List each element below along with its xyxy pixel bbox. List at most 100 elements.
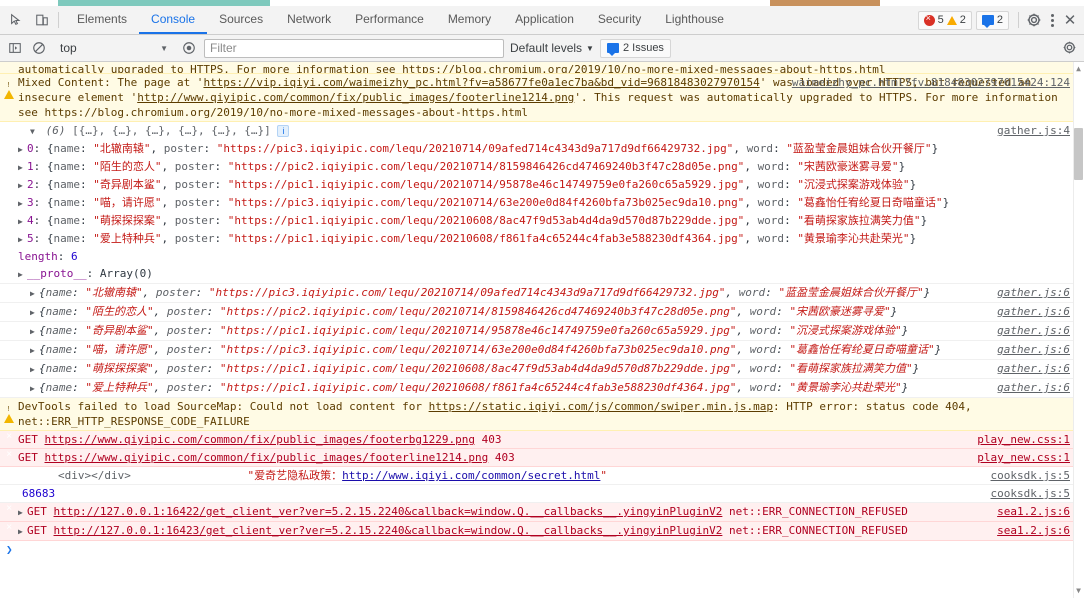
source-reference[interactable]: sea1.2.js:6: [997, 523, 1070, 538]
console-row-connection-refused[interactable]: sea1.2.js:6 ▶GET http://127.0.0.1:16422/…: [0, 503, 1084, 522]
tab-memory[interactable]: Memory: [436, 6, 503, 34]
settings-gear-icon[interactable]: [1026, 12, 1042, 28]
console-row-connection-refused[interactable]: sea1.2.js:6 ▶GET http://127.0.0.1:16423/…: [0, 522, 1084, 541]
expand-triangle-icon[interactable]: ▶: [18, 196, 27, 211]
array-index: 3: [27, 196, 34, 209]
source-reference[interactable]: cooksdk.js:5: [991, 468, 1070, 483]
console-row-number[interactable]: cooksdk.js:5 68683: [0, 485, 1084, 503]
expand-triangle-icon[interactable]: ▶: [18, 524, 27, 539]
source-reference[interactable]: sea1.2.js:6: [997, 504, 1070, 519]
console-row-object[interactable]: gather.js:6 ▶{name: "奇异剧本鲨", poster: "ht…: [0, 322, 1084, 341]
tab-elements[interactable]: Elements: [65, 6, 139, 34]
clear-console-icon[interactable]: [30, 39, 48, 57]
console-message-list[interactable]: automatically upgraded to HTTPS. For mor…: [0, 62, 1084, 598]
http-method: GET: [18, 451, 38, 464]
expand-triangle-icon[interactable]: ▶: [18, 142, 27, 157]
expand-triangle-icon[interactable]: ▶: [30, 324, 39, 339]
privacy-policy-text-end: ": [600, 469, 607, 482]
inspect-element-icon[interactable]: [8, 12, 24, 28]
expand-triangle-icon[interactable]: ▶: [18, 232, 27, 247]
array-item-row[interactable]: ▶5: {name: "爱上特种兵", poster: "https://pic…: [0, 230, 1084, 248]
sourcemap-url[interactable]: https://static.iqiyi.com/js/common/swipe…: [429, 400, 773, 413]
console-row-object[interactable]: gather.js:6 ▶{name: "萌探探探案", poster: "ht…: [0, 360, 1084, 379]
console-row-div-node[interactable]: cooksdk.js:5 <div></div> "爱奇艺隐私政策：http:/…: [0, 467, 1084, 485]
expand-triangle-icon[interactable]: ▶: [30, 343, 39, 358]
console-row-object[interactable]: gather.js:6 ▶{name: "爱上特种兵", poster: "ht…: [0, 379, 1084, 398]
source-reference[interactable]: gather.js:6: [997, 285, 1070, 300]
expand-triangle-icon[interactable]: ▶: [30, 305, 39, 320]
privacy-policy-url[interactable]: http://www.iqiyi.com/common/secret.html: [342, 469, 600, 482]
console-row-truncated-warning[interactable]: automatically upgraded to HTTPS. For mor…: [0, 62, 1084, 74]
scroll-down-arrow-icon[interactable]: ▼: [1074, 586, 1083, 596]
item-name: "爱上特种兵": [85, 381, 153, 394]
request-url[interactable]: http://127.0.0.1:16422/get_client_ver?ve…: [54, 505, 723, 518]
expand-triangle-icon[interactable]: ▶: [18, 505, 27, 520]
tab-performance[interactable]: Performance: [343, 6, 436, 34]
source-reference[interactable]: waimeizhy_pc.html?fv…81848302797015424:1…: [792, 75, 1070, 90]
request-url[interactable]: http://127.0.0.1:16423/get_client_ver?ve…: [54, 524, 723, 537]
tab-application[interactable]: Application: [503, 6, 586, 34]
source-reference[interactable]: gather.js:6: [997, 342, 1070, 357]
source-reference[interactable]: gather.js:6: [997, 304, 1070, 319]
expand-triangle-icon[interactable]: ▶: [30, 362, 39, 377]
truncated-warning-link[interactable]: https://blog.chromium.org/2019/10/no-mor…: [402, 63, 885, 74]
source-reference[interactable]: gather.js:4: [997, 123, 1070, 138]
tab-lighthouse[interactable]: Lighthouse: [653, 6, 736, 34]
scrollbar-thumb[interactable]: [1074, 128, 1083, 180]
console-filter-input[interactable]: [204, 39, 504, 58]
mixed-content-page-url[interactable]: https://vip.iqiyi.com/waimeizhy_pc.html?…: [203, 76, 759, 89]
console-scrollbar[interactable]: ▲ ▼: [1073, 62, 1084, 598]
array-item-row[interactable]: ▶4: {name: "萌探探探案", poster: "https://pic…: [0, 212, 1084, 230]
execution-context-select[interactable]: top ▼: [54, 39, 174, 58]
request-url[interactable]: https://www.qiyipic.com/common/fix/publi…: [45, 433, 475, 446]
expand-triangle-icon[interactable]: ▶: [30, 286, 39, 301]
console-row-object[interactable]: gather.js:6 ▶{name: "陌生的恋人", poster: "ht…: [0, 303, 1084, 322]
tab-sources[interactable]: Sources: [207, 6, 275, 34]
issues-button[interactable]: 2 Issues: [600, 39, 671, 58]
more-options-icon[interactable]: [1044, 12, 1060, 28]
console-row-object[interactable]: gather.js:6 ▶{name: "北辙南辕", poster: "htt…: [0, 284, 1084, 303]
console-settings-gear-icon[interactable]: [1062, 40, 1078, 56]
expand-triangle-icon[interactable]: ▶: [18, 160, 27, 175]
console-prompt[interactable]: ❯: [0, 541, 1084, 547]
console-row-net-error[interactable]: play_new.css:1 GET https://www.qiyipic.c…: [0, 431, 1084, 449]
mixed-content-insecure-url[interactable]: http://www.qiyipic.com/common/fix/public…: [137, 91, 574, 104]
source-reference[interactable]: play_new.css:1: [977, 450, 1070, 465]
console-sidebar-toggle-icon[interactable]: [6, 39, 24, 57]
array-item-row[interactable]: ▶2: {name: "奇异剧本鲨", poster: "https://pic…: [0, 176, 1084, 194]
item-name: "陌生的恋人": [93, 160, 161, 173]
tab-network[interactable]: Network: [275, 6, 343, 34]
array-item-row[interactable]: ▶0: {name: "北辙南辕", poster: "https://pic3…: [0, 140, 1084, 158]
console-row-mixed-content[interactable]: waimeizhy_pc.html?fv…81848302797015424:1…: [0, 74, 1084, 122]
console-row-sourcemap-warning[interactable]: DevTools failed to load SourceMap: Could…: [0, 398, 1084, 431]
scroll-up-arrow-icon[interactable]: ▲: [1074, 64, 1083, 74]
source-reference[interactable]: cooksdk.js:5: [991, 486, 1070, 501]
item-poster: "https://pic2.iqiyipic.com/lequ/20210714…: [228, 160, 745, 173]
close-icon[interactable]: ✕: [1062, 12, 1078, 28]
expand-triangle-icon[interactable]: ▶: [18, 214, 27, 229]
info-icon[interactable]: i: [277, 125, 289, 137]
array-proto-row[interactable]: ▶__proto__: Array(0): [0, 265, 1084, 284]
request-url[interactable]: https://www.qiyipic.com/common/fix/publi…: [45, 451, 489, 464]
expand-triangle-icon[interactable]: ▶: [18, 178, 27, 193]
source-reference[interactable]: gather.js:6: [997, 361, 1070, 376]
source-reference[interactable]: gather.js:6: [997, 323, 1070, 338]
expand-triangle-icon[interactable]: ▼: [30, 124, 39, 139]
console-row-net-error[interactable]: play_new.css:1 GET https://www.qiyipic.c…: [0, 449, 1084, 467]
filter-target-icon[interactable]: [180, 39, 198, 57]
expand-triangle-icon[interactable]: ▶: [18, 267, 27, 282]
source-reference[interactable]: gather.js:6: [997, 380, 1070, 395]
message-icon: [982, 15, 994, 25]
tab-console[interactable]: Console: [139, 6, 207, 34]
log-levels-dropdown[interactable]: Default levels ▼: [510, 41, 594, 55]
expand-triangle-icon[interactable]: ▶: [30, 381, 39, 396]
error-warning-counter[interactable]: 5 2: [918, 11, 972, 30]
array-item-row[interactable]: ▶3: {name: "喵，请许愿", poster: "https://pic…: [0, 194, 1084, 212]
tab-security[interactable]: Security: [586, 6, 653, 34]
array-item-row[interactable]: ▶1: {name: "陌生的恋人", poster: "https://pic…: [0, 158, 1084, 176]
device-toolbar-icon[interactable]: [34, 12, 50, 28]
source-reference[interactable]: play_new.css:1: [977, 432, 1070, 447]
console-row-object[interactable]: gather.js:6 ▶{name: "喵，请许愿", poster: "ht…: [0, 341, 1084, 360]
console-row-array-header[interactable]: gather.js:4 ▼ (6) [{…}, {…}, {…}, {…}, {…: [0, 122, 1084, 140]
message-counter[interactable]: 2: [976, 11, 1009, 30]
